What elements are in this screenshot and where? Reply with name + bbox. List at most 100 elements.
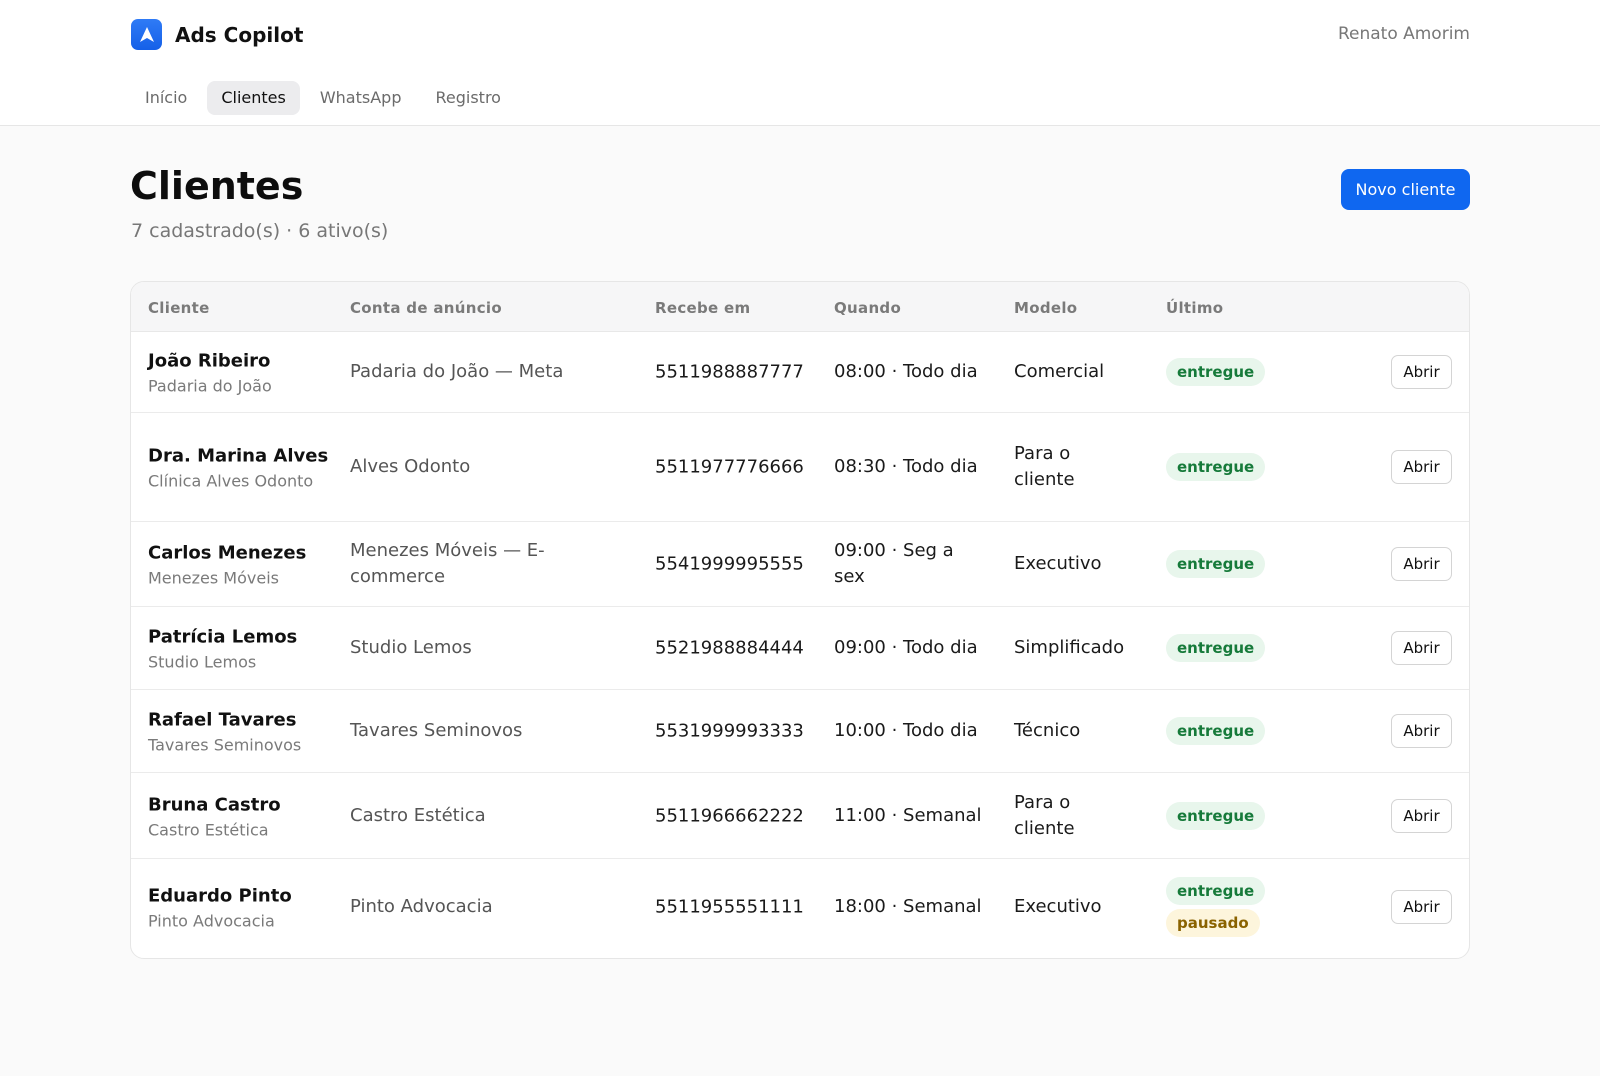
schedule: 09:00 · Todo dia [834, 637, 978, 658]
ad-account: Padaria do João — Meta [350, 361, 564, 382]
clients-table: Cliente Conta de anúncio Recebe em Quand… [130, 281, 1470, 959]
client-business: Studio Lemos [148, 652, 257, 672]
header-cliente: Cliente [148, 299, 210, 317]
open-cell: Abrir [1391, 631, 1452, 665]
table-row[interactable]: Carlos Menezes Menezes Móveis Menezes Mó… [131, 522, 1469, 607]
open-button[interactable]: Abrir [1391, 355, 1452, 389]
client-cell: Rafael Tavares Tavares Seminovos [148, 708, 333, 755]
header-quando: Quando [834, 299, 902, 317]
client-name: Patrícia Lemos [148, 626, 298, 648]
phone-number: 5511977776666 [655, 456, 804, 478]
open-button[interactable]: Abrir [1391, 714, 1452, 748]
schedule: 11:00 · Semanal [834, 804, 982, 826]
header-ultimo: Último [1166, 299, 1224, 317]
client-name: Dra. Marina Alves [148, 445, 329, 467]
open-cell: Abrir [1391, 355, 1452, 389]
table-row[interactable]: Bruna Castro Castro Estética Castro Esté… [131, 773, 1469, 859]
open-cell: Abrir [1391, 547, 1452, 581]
client-cell: Eduardo Pinto Pinto Advocacia [148, 883, 333, 930]
client-business: Pinto Advocacia [148, 911, 275, 930]
brand[interactable]: Ads Copilot [131, 19, 303, 50]
open-cell: Abrir [1391, 450, 1452, 484]
client-name: Rafael Tavares [148, 709, 297, 731]
table-row[interactable]: Patrícia Lemos Studio Lemos Studio Lemos… [131, 607, 1469, 690]
client-cell: Bruna Castro Castro Estética [148, 792, 333, 839]
client-business: Padaria do João [148, 376, 272, 396]
schedule: 10:00 · Todo dia [834, 720, 978, 741]
open-button[interactable]: Abrir [1391, 547, 1452, 581]
schedule: 08:30 · Todo dia [834, 456, 978, 477]
phone-number: 5531999993333 [655, 720, 804, 742]
table-row[interactable]: Rafael Tavares Tavares Seminovos Tavares… [131, 690, 1469, 773]
report-model: Executivo [1014, 895, 1102, 917]
phone-number: 5511955551111 [655, 896, 804, 917]
ad-account: Menezes Móveis — E-commerce [350, 540, 545, 587]
table-row[interactable]: Eduardo Pinto Pinto Advocacia Pinto Advo… [131, 859, 1469, 954]
main-nav: Início Clientes WhatsApp Registro [131, 81, 515, 115]
schedule: 09:00 · Seg a sex [834, 540, 954, 587]
table-row[interactable]: João Ribeiro Padaria do João Padaria do … [131, 332, 1469, 413]
tab-whatsapp[interactable]: WhatsApp [306, 81, 416, 115]
navigation-arrow-icon [131, 19, 162, 50]
report-model: Simplificado [1014, 637, 1125, 658]
report-model: Técnico [1014, 720, 1081, 741]
status-badge: entregue [1166, 634, 1266, 662]
phone-number: 5511966662222 [655, 805, 804, 826]
user-name[interactable]: Renato Amorim [1338, 24, 1470, 44]
top-bar: Ads Copilot Renato Amorim Início Cliente… [0, 0, 1600, 126]
status-badge: entregue [1166, 876, 1266, 905]
last-status: entregue [1166, 634, 1266, 662]
report-model: Para o cliente [1014, 791, 1075, 839]
tab-registro[interactable]: Registro [421, 81, 514, 115]
client-business: Clínica Alves Odonto [148, 471, 314, 491]
table-header: Cliente Conta de anúncio Recebe em Quand… [131, 282, 1469, 332]
status-badge: entregue [1166, 358, 1266, 386]
open-button[interactable]: Abrir [1391, 450, 1452, 484]
new-client-button[interactable]: Novo cliente [1341, 169, 1470, 210]
open-cell: Abrir [1391, 798, 1452, 833]
header-recebe: Recebe em [655, 299, 751, 317]
report-model: Executivo [1014, 553, 1102, 574]
header-modelo: Modelo [1014, 299, 1078, 317]
open-button[interactable]: Abrir [1391, 889, 1452, 924]
last-status: entregue [1166, 453, 1266, 481]
page-title: Clientes [130, 164, 304, 208]
header-conta: Conta de anúncio [350, 299, 502, 317]
last-status: entregue [1166, 717, 1266, 745]
tab-clientes[interactable]: Clientes [207, 81, 300, 115]
open-cell: Abrir [1391, 889, 1452, 924]
page-subtitle: 7 cadastrado(s) · 6 ativo(s) [131, 220, 389, 242]
ad-account: Studio Lemos [350, 637, 472, 658]
report-model: Comercial [1014, 361, 1105, 382]
open-cell: Abrir [1391, 714, 1452, 748]
client-business: Tavares Seminovos [148, 735, 302, 755]
client-name: João Ribeiro [148, 350, 271, 372]
schedule: 18:00 · Semanal [834, 895, 982, 917]
open-button[interactable]: Abrir [1391, 798, 1452, 833]
last-status: entregue pausado [1166, 876, 1266, 937]
ad-account: Tavares Seminovos [350, 720, 523, 741]
app-name: Ads Copilot [175, 22, 304, 47]
client-cell: Dra. Marina Alves Clínica Alves Odonto [148, 444, 333, 491]
status-badge: entregue [1166, 717, 1266, 745]
ad-account: Alves Odonto [350, 456, 471, 477]
open-button[interactable]: Abrir [1391, 631, 1452, 665]
client-business: Menezes Móveis [148, 568, 279, 588]
last-status: entregue [1166, 550, 1266, 578]
last-status: entregue [1166, 358, 1266, 386]
client-name: Eduardo Pinto [148, 885, 292, 906]
tab-inicio[interactable]: Início [131, 81, 201, 115]
ad-account: Pinto Advocacia [350, 895, 493, 917]
schedule: 08:00 · Todo dia [834, 361, 978, 382]
table-row[interactable]: Dra. Marina Alves Clínica Alves Odonto A… [131, 413, 1469, 522]
last-status: entregue [1166, 801, 1266, 830]
report-model: Para o cliente [1014, 443, 1075, 490]
status-badge: entregue [1166, 453, 1266, 481]
client-cell: Carlos Menezes Menezes Móveis [148, 541, 333, 588]
status-badge: entregue [1166, 801, 1266, 830]
phone-number: 5511988887777 [655, 361, 804, 383]
ad-account: Castro Estética [350, 804, 486, 826]
phone-number: 5541999995555 [655, 553, 804, 575]
client-name: Carlos Menezes [148, 542, 307, 564]
client-name: Bruna Castro [148, 794, 281, 815]
